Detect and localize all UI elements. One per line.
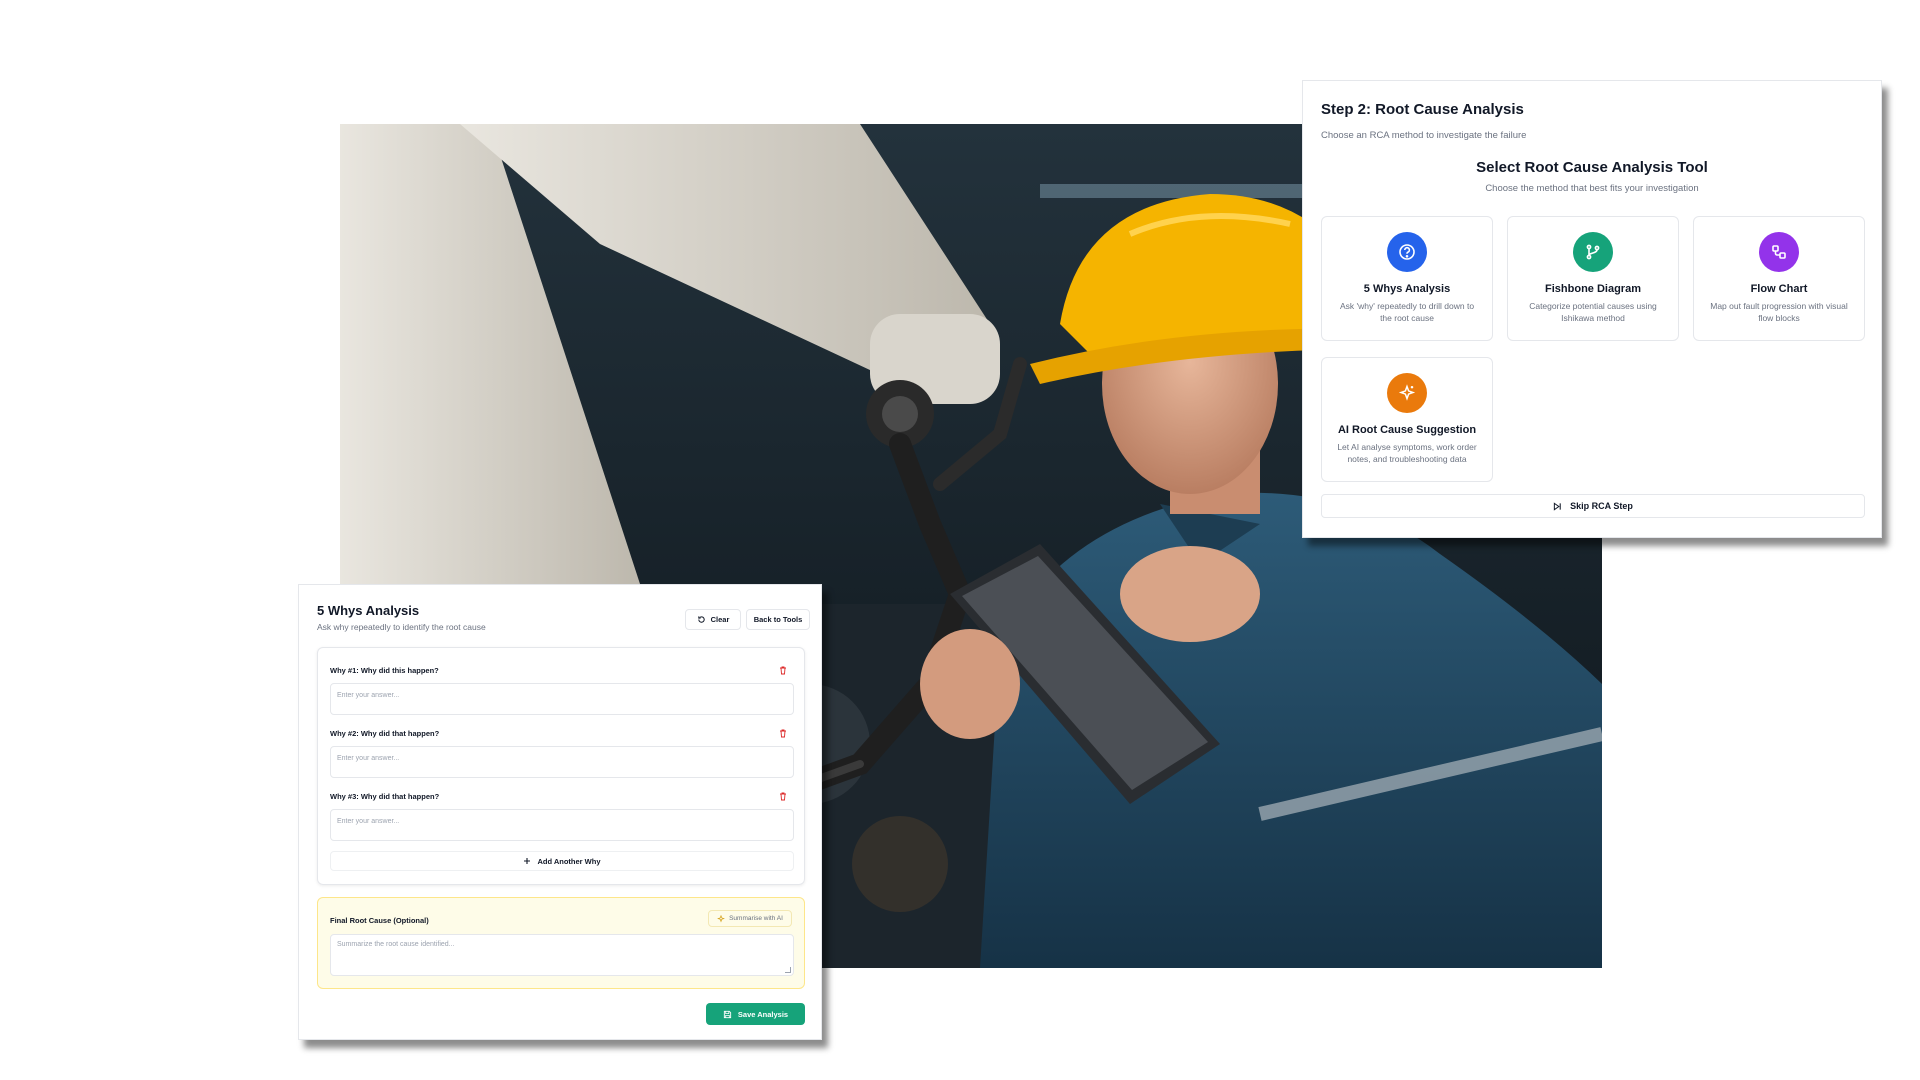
save-analysis-button[interactable]: Save Analysis <box>706 1003 805 1025</box>
trash-icon[interactable] <box>778 728 788 738</box>
step-subtitle: Choose an RCA method to investigate the … <box>1321 130 1527 141</box>
skip-forward-icon <box>1554 501 1561 511</box>
back-to-tools-button[interactable]: Back to Tools <box>746 609 810 630</box>
why-question-label: Why #3: Why did that happen? <box>330 792 440 801</box>
tool-description: Map out fault progression with visual fl… <box>1710 301 1848 323</box>
why-question-label: Why #1: Why did this happen? <box>330 666 439 675</box>
tool-name: AI Root Cause Suggestion <box>1337 424 1477 436</box>
resize-handle[interactable] <box>785 967 791 973</box>
final-root-cause-placeholder: Summarize the root cause identified... <box>337 941 455 948</box>
why-question-label: Why #2: Why did that happen? <box>330 729 440 738</box>
question-circle-icon <box>1387 232 1427 272</box>
select-tool-title: Select Root Cause Analysis Tool <box>1476 159 1708 176</box>
final-root-cause-textarea[interactable]: Summarize the root cause identified... <box>330 934 794 976</box>
trash-icon[interactable] <box>778 791 788 801</box>
add-another-why-button[interactable]: Add Another Why <box>330 851 794 871</box>
why-item: Why #2: Why did that happen? Enter your … <box>330 729 794 778</box>
final-root-cause-label: Final Root Cause (Optional) <box>330 916 429 925</box>
tool-description: Let AI analyse symptoms, work order note… <box>1337 442 1477 464</box>
tool-description: Categorize potential causes using Ishika… <box>1529 301 1657 323</box>
step-title: Step 2: Root Cause Analysis <box>1321 101 1524 118</box>
back-to-tools-label: Back to Tools <box>753 615 803 624</box>
tool-card-5-whys[interactable]: 5 Whys Analysis Ask 'why' repeatedly to … <box>1321 216 1493 341</box>
select-tool-subtitle: Choose the method that best fits your in… <box>1485 183 1699 194</box>
why-answer-input[interactable]: Enter your answer... <box>330 683 794 715</box>
tool-card-fishbone[interactable]: Fishbone Diagram Categorize potential ca… <box>1507 216 1679 341</box>
why-questions-panel: Why #1: Why did this happen? Enter your … <box>317 647 805 885</box>
clear-label: Clear <box>710 615 730 624</box>
why-answer-input[interactable]: Enter your answer... <box>330 809 794 841</box>
trash-icon[interactable] <box>778 665 788 675</box>
skip-rca-button[interactable]: Skip RCA Step <box>1321 494 1865 518</box>
flow-chart-icon <box>1759 232 1799 272</box>
tool-description: Ask 'why' repeatedly to drill down to th… <box>1339 301 1475 323</box>
tool-card-flow-chart[interactable]: Flow Chart Map out fault progression wit… <box>1693 216 1865 341</box>
tool-name: Fishbone Diagram <box>1545 283 1641 295</box>
clear-button[interactable]: Clear <box>685 609 741 630</box>
tool-name: Flow Chart <box>1750 283 1808 295</box>
git-branch-icon <box>1573 232 1613 272</box>
why-item: Why #3: Why did that happen? Enter your … <box>330 792 794 841</box>
reset-icon <box>697 616 705 623</box>
tool-name: 5 Whys Analysis <box>1363 283 1451 295</box>
add-another-why-label: Add Another Why <box>537 856 601 866</box>
final-root-cause-panel: Final Root Cause (Optional) Summarise wi… <box>317 897 805 989</box>
sparkles-icon <box>1387 373 1427 413</box>
why-answer-input[interactable]: Enter your answer... <box>330 746 794 778</box>
summarise-with-ai-label: Summarise with AI <box>729 915 783 922</box>
sparkles-icon <box>717 914 725 923</box>
save-analysis-label: Save Analysis <box>737 1009 789 1019</box>
save-icon <box>723 1010 732 1018</box>
tool-card-ai-suggestion[interactable]: AI Root Cause Suggestion Let AI analyse … <box>1321 357 1493 482</box>
rca-tool-selector-card: Step 2: Root Cause Analysis Choose an RC… <box>1302 80 1882 538</box>
five-whys-card: 5 Whys Analysis Ask why repeatedly to id… <box>298 584 822 1040</box>
plus-icon <box>524 858 531 864</box>
summarise-with-ai-button[interactable]: Summarise with AI <box>708 910 792 927</box>
why-item: Why #1: Why did this happen? Enter your … <box>330 666 794 715</box>
skip-rca-label: Skip RCA Step <box>1570 501 1633 511</box>
